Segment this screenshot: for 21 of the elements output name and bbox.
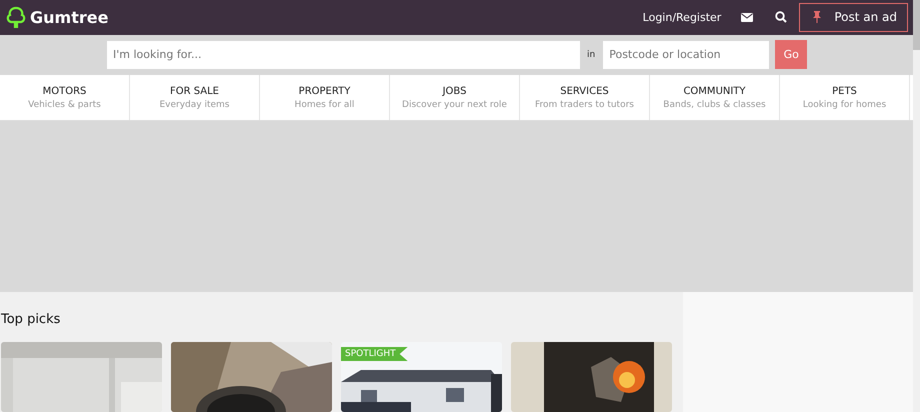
pin-icon <box>812 11 822 24</box>
category-link[interactable]: FOR SALE Everyday items <box>130 74 260 120</box>
location-field[interactable]: Postcode or location <box>603 40 770 69</box>
section-heading: Top picks <box>1 312 62 327</box>
logo-text[interactable]: Gumtree <box>30 8 108 27</box>
category-link[interactable]: COMMUNITY Bands, clubs & classes <box>650 74 780 120</box>
category-link[interactable]: PROPERTY Homes for all <box>260 74 390 120</box>
search-field[interactable]: I'm looking for... <box>107 40 580 69</box>
category-link[interactable]: JOBS Discover your next role <box>390 74 520 120</box>
envelope-icon[interactable] <box>741 12 754 22</box>
spotlight-badge: SPOTLIGHT <box>341 347 408 361</box>
scrollbar-thumb[interactable] <box>913 0 920 50</box>
login-link[interactable]: Login/Register <box>642 10 722 24</box>
tree-logo-icon[interactable] <box>6 6 26 28</box>
scrollbar[interactable] <box>913 0 920 412</box>
category-link[interactable]: PETS Looking for homes <box>780 74 910 120</box>
category-link[interactable]: MOTORS Vehicles & parts <box>0 74 130 120</box>
search-icon[interactable] <box>775 11 788 24</box>
in-label: in <box>587 50 596 60</box>
post-ad-button[interactable]: Post an ad <box>799 2 908 32</box>
category-link[interactable]: SERVICES From traders to tutors <box>520 74 650 120</box>
